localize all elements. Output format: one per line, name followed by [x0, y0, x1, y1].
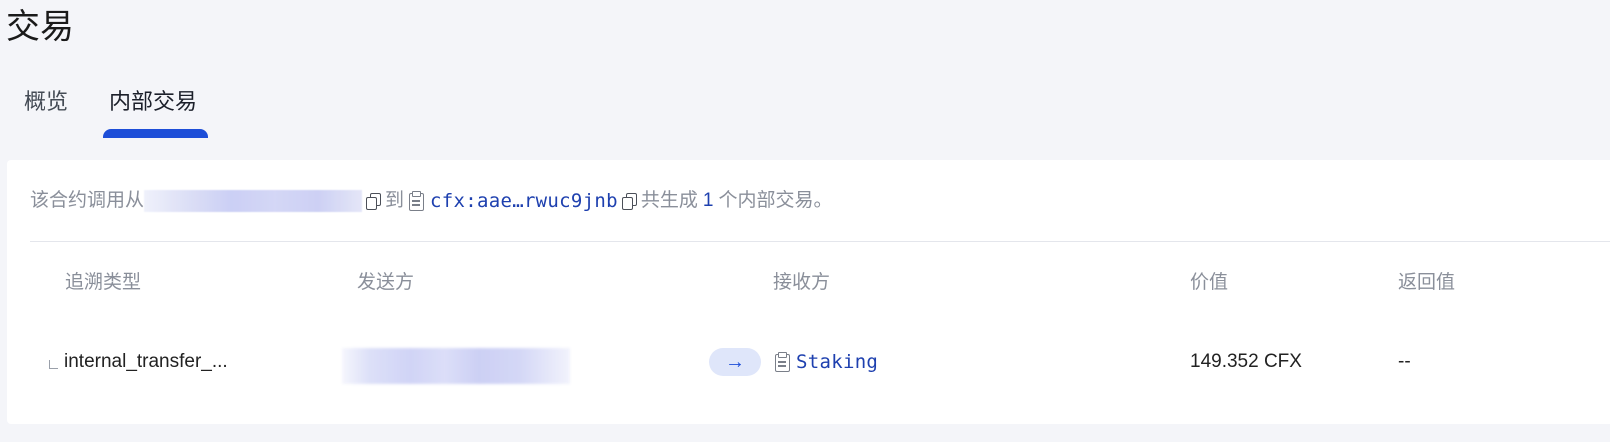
to-address-link[interactable]: cfx:aae…rwuc9jnb — [430, 187, 618, 215]
table-row: internal_transfer_... → Staking 149.352 … — [7, 340, 1610, 384]
active-tab-indicator — [103, 129, 208, 138]
value-cell: 149.352 CFX — [1190, 351, 1302, 372]
receiver-cell: Staking — [774, 340, 878, 384]
redacted-sender-address — [342, 348, 570, 384]
arrow-right-icon: → — [709, 348, 761, 376]
summary-prefix: 该合约调用从 — [30, 190, 145, 211]
redacted-from-address — [144, 190, 363, 212]
summary-generated-prefix: 共生成 — [640, 190, 698, 211]
page-title: 交易 — [6, 8, 74, 46]
column-header-return-value: 返回值 — [1398, 272, 1456, 293]
internal-tx-count: 1 — [702, 190, 714, 211]
receiver-link[interactable]: Staking — [796, 351, 878, 373]
summary-to-word: 到 — [385, 190, 405, 211]
internal-transactions-card: 该合约调用从 到 cfx:aae…rwuc9jnb 共生成 1 个内部交易。 追溯类型 发… — [7, 160, 1610, 424]
tab-internal-transactions[interactable]: 内部交易 — [109, 86, 197, 118]
column-header-trace-type: 追溯类型 — [65, 272, 142, 293]
divider — [30, 241, 1610, 242]
summary-line: 该合约调用从 到 cfx:aae…rwuc9jnb 共生成 1 个内部交易。 — [30, 187, 832, 215]
column-header-sender: 发送方 — [357, 272, 415, 293]
tab-overview[interactable]: 概览 — [24, 86, 68, 118]
copy-icon[interactable] — [621, 193, 637, 210]
tab-bar: 概览 内部交易 — [0, 82, 400, 138]
column-header-receiver: 接收方 — [773, 272, 831, 293]
copy-icon[interactable] — [366, 193, 382, 210]
contract-icon — [408, 191, 425, 211]
column-header-value: 价值 — [1190, 272, 1229, 293]
return-value-cell: -- — [1398, 351, 1411, 372]
tree-branch-icon — [49, 360, 58, 369]
summary-generated-suffix: 个内部交易。 — [718, 190, 833, 211]
trace-type-cell: internal_transfer_... — [64, 351, 228, 372]
contract-icon — [774, 352, 790, 372]
